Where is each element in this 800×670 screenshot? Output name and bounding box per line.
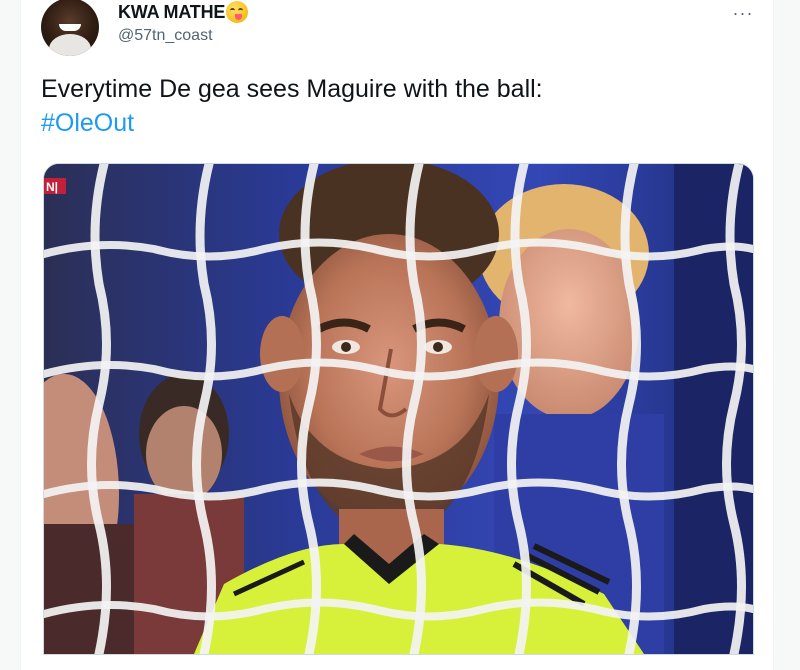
display-name[interactable]: KWA MATHE bbox=[118, 1, 249, 23]
tweet-image[interactable]: N| bbox=[43, 163, 754, 655]
channel-logo: N| bbox=[46, 180, 58, 194]
display-name-text: KWA MATHE bbox=[118, 1, 226, 22]
avatar[interactable] bbox=[41, 0, 99, 56]
face-savoring-food-emoji-icon bbox=[226, 1, 249, 23]
tweet-card[interactable]: KWA MATHE @57tn_coast ··· Everytime De g… bbox=[20, 0, 774, 670]
hashtag-link[interactable]: #OleOut bbox=[41, 106, 134, 140]
tweet-body: Everytime De gea sees Maguire with the b… bbox=[41, 75, 543, 103]
goalkeeper-behind-net-image: N| bbox=[44, 164, 753, 654]
user-handle[interactable]: @57tn_coast bbox=[118, 27, 213, 45]
tweet-text: Everytime De gea sees Maguire with the b… bbox=[41, 72, 741, 140]
more-options-icon[interactable]: ··· bbox=[726, 0, 760, 28]
